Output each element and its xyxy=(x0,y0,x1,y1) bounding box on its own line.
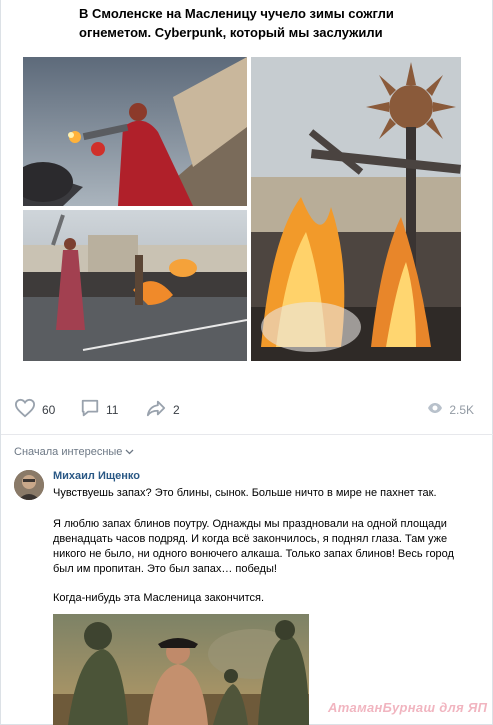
watermark: АтаманБурнаш для ЯП xyxy=(328,700,488,715)
comment-text: Когда-нибудь эта Масленица закончится. xyxy=(53,592,265,604)
views-counter: 2.5K xyxy=(427,398,474,422)
comment-text: Я люблю запах блинов поутру. Однажды мы … xyxy=(53,518,454,575)
comment-button[interactable]: 11 xyxy=(80,398,118,422)
share-count: 2 xyxy=(173,403,180,417)
comment-photo[interactable] xyxy=(53,614,309,725)
post-photo-3[interactable] xyxy=(251,57,461,361)
comments-divider xyxy=(1,434,493,435)
post-card: В Смоленске на Масленицу чучело зимы сож… xyxy=(0,0,493,725)
share-icon xyxy=(145,398,167,423)
comments-sort-dropdown[interactable]: Сначала интересные xyxy=(14,446,134,458)
eye-icon xyxy=(427,401,443,419)
avatar[interactable] xyxy=(14,470,44,500)
comment-author[interactable]: Михаил Ищенко xyxy=(53,470,140,482)
heart-icon xyxy=(14,398,36,423)
post-photo-1[interactable] xyxy=(23,57,247,206)
post-photo-2[interactable] xyxy=(23,210,247,361)
sort-label: Сначала интересные xyxy=(14,446,123,458)
post-actions: 60 11 2 2.5K xyxy=(1,398,493,422)
like-button[interactable]: 60 xyxy=(14,398,55,422)
share-button[interactable]: 2 xyxy=(145,398,180,422)
views-count: 2.5K xyxy=(449,403,474,417)
chevron-down-icon xyxy=(125,446,134,458)
post-title: В Смоленске на Масленицу чучело зимы сож… xyxy=(79,6,394,40)
comment-icon xyxy=(80,398,100,423)
like-count: 60 xyxy=(42,403,56,417)
comment-text: Чувствуешь запах? Это блины, сынок. Боль… xyxy=(53,487,437,499)
comment-count: 11 xyxy=(106,403,119,417)
